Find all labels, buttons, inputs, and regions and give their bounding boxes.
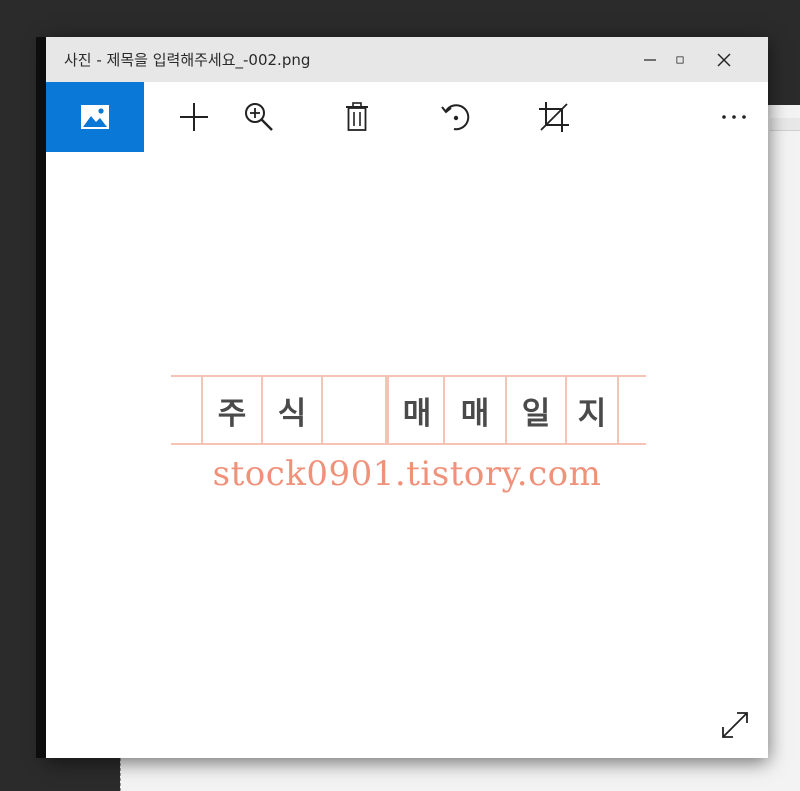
rotate-icon (441, 104, 470, 131)
add-button[interactable] (164, 82, 224, 152)
background-window-tab (770, 118, 800, 131)
image-cell: 매 (385, 377, 445, 443)
expand-icon (722, 712, 748, 738)
image-url-text: stock0901.tistory.com (212, 454, 602, 494)
delete-button[interactable] (327, 82, 387, 152)
photos-app-window: 사진 - 제목을 입력해주세요_-002.png 주 식 매 매 일 지 sto… (46, 37, 768, 758)
image-cell (171, 377, 201, 443)
zoom-button[interactable] (229, 82, 289, 152)
title-cells: 주 식 매 매 일 지 (171, 375, 646, 445)
image-cell: 일 (505, 377, 565, 443)
image-cell: 주 (201, 377, 261, 443)
delete-icon (346, 102, 368, 131)
title-bar[interactable]: 사진 - 제목을 입력해주세요_-002.png (46, 37, 768, 82)
close-button[interactable] (697, 37, 751, 82)
more-options-icon (722, 115, 746, 119)
bottom-rule (171, 443, 646, 445)
rotate-button[interactable] (426, 82, 486, 152)
fullscreen-button[interactable] (718, 708, 752, 742)
zoom-in-icon (245, 103, 273, 131)
image-cell (617, 377, 646, 443)
photo-view-icon (81, 105, 109, 129)
image-viewer[interactable]: 주 식 매 매 일 지 stock0901.tistory.com (46, 152, 768, 758)
more-options-button[interactable] (704, 82, 764, 152)
image-cell (321, 377, 387, 443)
image-cell: 매 (443, 377, 505, 443)
toolbar (46, 82, 768, 152)
close-icon (717, 53, 731, 66)
add-icon (180, 103, 208, 131)
maximize-button-hit[interactable] (630, 37, 684, 82)
maximize-icon (676, 55, 684, 64)
crop-button[interactable] (524, 82, 584, 152)
image-cell: 지 (565, 377, 617, 443)
crop-icon (539, 102, 569, 132)
window-title: 사진 - 제목을 입력해주세요_-002.png (64, 51, 311, 69)
photo-view-button[interactable] (46, 82, 144, 152)
image-cell: 식 (261, 377, 321, 443)
